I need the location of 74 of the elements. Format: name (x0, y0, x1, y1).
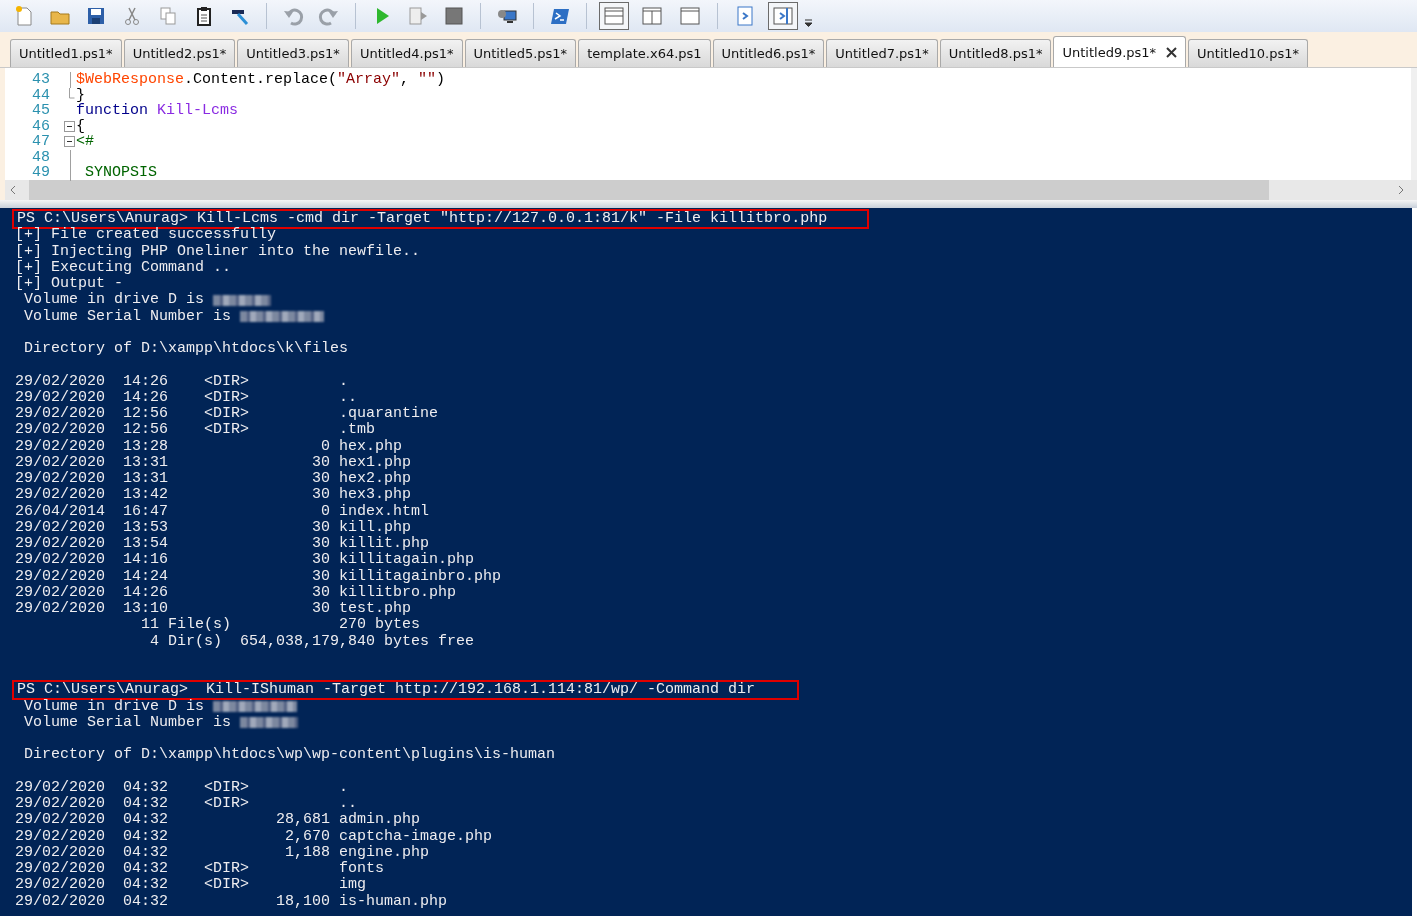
file-tab[interactable]: Untitled7.ps1* (826, 39, 938, 67)
console-line: 29/02/2020 14:26 <DIR> .. (15, 389, 358, 406)
line-number: 46 (31, 118, 50, 134)
redaction-mark (213, 294, 272, 306)
console-line: 29/02/2020 13:31 30 hex2.php (15, 471, 412, 487)
code-line: SYNOPSIS (84, 164, 157, 181)
line-number: 44 (31, 87, 50, 103)
console-line: Volume Serial Number is (23, 714, 232, 731)
file-tab[interactable]: template.x64.ps1 (578, 39, 711, 67)
code-line: <# (76, 133, 94, 150)
line-number: 43 (31, 72, 50, 88)
console-line: Directory of D:\xampp\htdocs\wp\wp-content\plugins\is-human (23, 747, 556, 764)
new-file-icon[interactable] (13, 5, 35, 27)
collapse-icon[interactable] (63, 136, 75, 148)
stop-icon[interactable] (443, 5, 465, 27)
layout-toggle[interactable] (768, 2, 798, 30)
overflow-icon[interactable] (804, 19, 813, 27)
file-tab[interactable]: Untitled2.ps1* (123, 39, 236, 67)
console-line: 29/02/2020 04:32 2,670 captcha-image.php (15, 828, 493, 845)
code-line: $WebResponse.Content.replace("Array", "") (76, 71, 446, 88)
console-line: [+] Output - (15, 276, 124, 292)
line-number: 47 (31, 134, 50, 150)
console-line: 29/02/2020 04:32 <DIR> fonts (15, 861, 385, 877)
code-line: function Kill-Lcms (76, 102, 239, 119)
file-tab[interactable]: Untitled3.ps1* (237, 39, 349, 67)
console-line: 29/02/2020 04:32 <DIR> img (15, 877, 367, 894)
console-line: Volume in drive D is (23, 292, 205, 309)
code-line: { (76, 117, 85, 135)
console-line: 29/02/2020 13:54 30 killit.php (15, 536, 430, 552)
file-tab[interactable]: Untitled9.ps1* (1053, 36, 1187, 67)
console-line: 4 Dir(s) 654,038,179,840 bytes free (149, 633, 475, 650)
console-line: 29/02/2020 13:42 30 hex3.php (15, 487, 412, 504)
console-line: 29/02/2020 13:53 30 kill.php (15, 519, 412, 536)
console-line: 29/02/2020 13:28 0 hex.php (15, 438, 403, 455)
line-number: 49 (31, 165, 50, 181)
console-line: [+] Executing Command .. (15, 259, 232, 276)
copy-icon[interactable] (157, 5, 179, 27)
console-line: 11 File(s) 270 bytes (140, 617, 421, 634)
file-tab[interactable]: Untitled6.ps1* (712, 39, 825, 67)
run-selection-icon[interactable] (407, 5, 429, 27)
redaction-mark (240, 717, 299, 729)
collapse-icon[interactable] (63, 120, 75, 132)
line-number: 48 (31, 149, 50, 165)
console-line: 29/02/2020 04:32 18,100 is-human.php (15, 893, 448, 910)
console-line: 29/02/2020 12:56 <DIR> .quarantine (15, 406, 439, 422)
layout-toggle[interactable] (599, 2, 629, 30)
console-line: 29/02/2020 04:32 <DIR> . (15, 779, 349, 796)
console-line: [+] Injecting PHP Oneliner into the newfile.. (15, 243, 421, 260)
console-line: 29/02/2020 14:24 30 killitagainbro.php (15, 568, 502, 585)
file-tab[interactable]: Untitled1.ps1* (10, 39, 122, 67)
console-line: 29/02/2020 13:10 30 test.php (15, 601, 412, 617)
console-line: Volume Serial Number is (23, 308, 232, 325)
scroll-left-icon[interactable] (9, 185, 17, 195)
line-number: 45 (31, 103, 50, 119)
console-line: 26/04/2014 16:47 0 index.html (15, 503, 430, 520)
console-line: 29/02/2020 14:26 30 killitbro.php (15, 584, 457, 601)
console-line: 29/02/2020 14:26 <DIR> . (15, 373, 349, 390)
console-line: 29/02/2020 04:32 28,681 admin.php (15, 812, 421, 829)
console-line: 29/02/2020 12:56 <DIR> .tmb (15, 422, 376, 439)
console-line: Volume in drive D is (23, 698, 205, 715)
scrollbar-thumb[interactable] (29, 180, 1269, 200)
code-line: } (76, 86, 85, 104)
file-tab[interactable]: Untitled4.ps1* (350, 39, 463, 67)
console-line: 29/02/2020 04:32 <DIR> .. (15, 796, 358, 812)
console-line: Directory of D:\xampp\htdocs\k\files (23, 341, 349, 358)
file-tab[interactable]: Untitled5.ps1* (464, 39, 577, 67)
console-line: 29/02/2020 13:31 30 hex1.php (15, 454, 412, 471)
scroll-right-icon[interactable] (1397, 185, 1405, 195)
console-line: 29/02/2020 14:16 30 killitagain.php (15, 552, 475, 569)
file-tab[interactable]: Untitled10.ps1* (1188, 39, 1308, 67)
file-tab[interactable]: Untitled8.ps1* (939, 39, 1052, 67)
console-line: 29/02/2020 04:32 1,188 engine.php (15, 844, 430, 861)
close-icon[interactable] (1166, 46, 1178, 58)
save-icon[interactable] (85, 5, 107, 27)
